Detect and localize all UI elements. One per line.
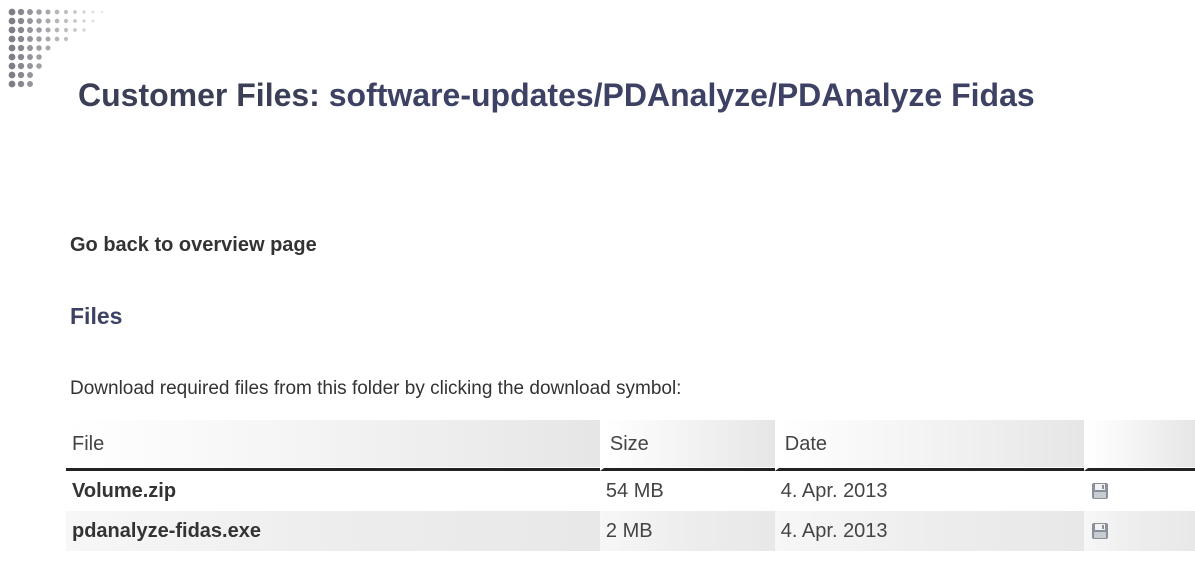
file-date: 4. Apr. 2013 bbox=[774, 511, 1085, 551]
table-row: Volume.zip 54 MB 4. Apr. 2013 bbox=[66, 471, 1195, 511]
page-title: Customer Files: software-updates/PDAnaly… bbox=[78, 66, 1138, 124]
download-instructions: Download required files from this folder… bbox=[70, 378, 682, 399]
file-name: Volume.zip bbox=[66, 471, 600, 511]
file-size: 2 MB bbox=[599, 511, 775, 551]
file-size: 54 MB bbox=[599, 471, 775, 511]
files-heading: Files bbox=[70, 303, 123, 329]
page-title-path: software-updates/PDAnalyze/PDAnalyze Fid… bbox=[328, 77, 1035, 113]
download-cell bbox=[1084, 471, 1195, 511]
floppy-disk-icon bbox=[1092, 523, 1109, 540]
table-header-row: File Size Date bbox=[66, 420, 1195, 471]
column-header-file: File bbox=[66, 420, 600, 471]
file-date: 4. Apr. 2013 bbox=[774, 471, 1085, 511]
file-name: pdanalyze-fidas.exe bbox=[66, 511, 600, 551]
column-header-size: Size bbox=[599, 420, 775, 471]
floppy-disk-icon bbox=[1092, 483, 1109, 500]
download-cell bbox=[1084, 511, 1195, 551]
download-button[interactable] bbox=[1090, 521, 1110, 541]
table-row: pdanalyze-fidas.exe 2 MB 4. Apr. 2013 bbox=[66, 511, 1195, 551]
download-button[interactable] bbox=[1090, 481, 1110, 501]
back-to-overview-link[interactable]: Go back to overview page bbox=[70, 234, 317, 257]
column-header-date: Date bbox=[774, 420, 1085, 471]
column-header-download bbox=[1084, 420, 1195, 471]
page-title-prefix: Customer Files: bbox=[78, 77, 320, 113]
files-table: File Size Date Volume.zip 54 MB 4. Apr. … bbox=[66, 420, 1195, 551]
